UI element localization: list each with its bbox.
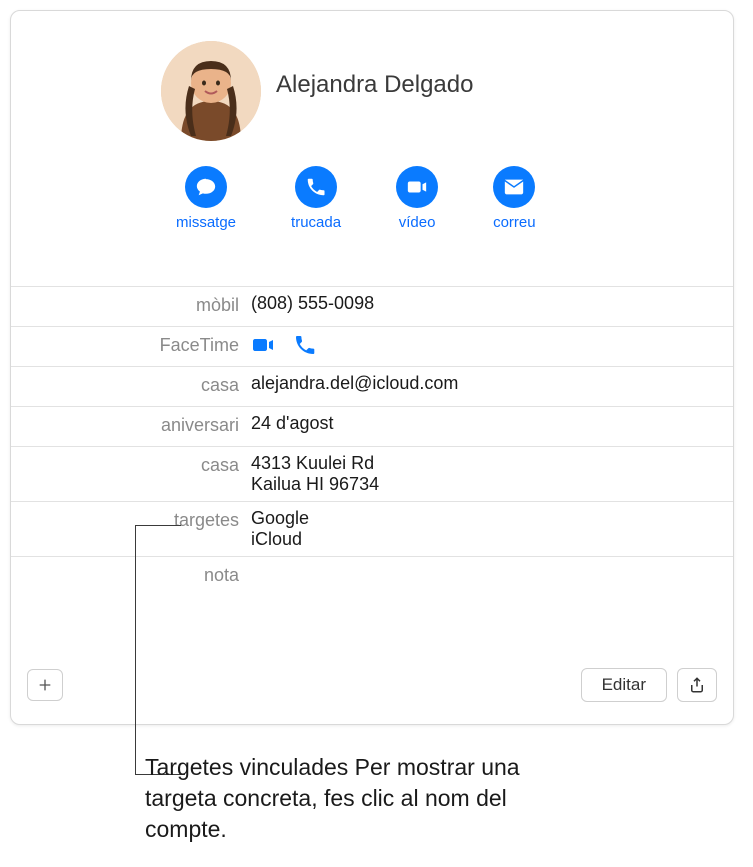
row-facetime: FaceTime <box>11 326 733 366</box>
value-facetime <box>251 333 713 357</box>
linked-card-icloud[interactable]: iCloud <box>251 529 713 550</box>
mail-label: correu <box>493 214 536 231</box>
plus-icon <box>37 677 53 693</box>
facetime-audio-icon[interactable] <box>293 333 317 357</box>
linked-card-google[interactable]: Google <box>251 508 713 529</box>
label-home-address: casa <box>11 453 251 476</box>
label-anniversary: aniversari <box>11 413 251 436</box>
message-label: missatge <box>176 214 236 231</box>
add-button[interactable] <box>27 669 63 701</box>
avatar[interactable] <box>161 41 261 141</box>
row-note: nota <box>11 556 733 596</box>
row-mobile: mòbil (808) 555-0098 <box>11 286 733 326</box>
mail-button[interactable]: correu <box>493 166 536 231</box>
label-facetime: FaceTime <box>11 333 251 356</box>
message-button[interactable]: missatge <box>176 166 236 231</box>
mail-icon <box>493 166 535 208</box>
value-cards: Google iCloud <box>251 508 713 550</box>
value-home-email[interactable]: alejandra.del@icloud.com <box>251 373 713 394</box>
value-mobile[interactable]: (808) 555-0098 <box>251 293 713 314</box>
edit-button[interactable]: Editar <box>581 668 667 702</box>
label-home-email: casa <box>11 373 251 396</box>
label-cards: targetes <box>11 508 251 531</box>
addr-line2: Kailua HI 96734 <box>251 474 713 495</box>
row-home-address: casa 4313 Kuulei Rd Kailua HI 96734 <box>11 446 733 501</box>
card-footer: Editar <box>11 660 733 710</box>
value-home-address[interactable]: 4313 Kuulei Rd Kailua HI 96734 <box>251 453 713 495</box>
addr-line1: 4313 Kuulei Rd <box>251 453 713 474</box>
share-button[interactable] <box>677 668 717 702</box>
label-mobile: mòbil <box>11 293 251 316</box>
share-icon <box>688 675 706 695</box>
row-cards: targetes Google iCloud <box>11 501 733 556</box>
video-label: vídeo <box>399 214 436 231</box>
facetime-video-icon[interactable] <box>251 333 275 357</box>
contact-name: Alejandra Delgado <box>276 71 473 99</box>
message-icon <box>185 166 227 208</box>
value-anniversary[interactable]: 24 d'agost <box>251 413 713 434</box>
label-note: nota <box>11 563 251 586</box>
phone-icon <box>295 166 337 208</box>
action-bar: missatge trucada vídeo correu <box>176 166 536 231</box>
call-label: trucada <box>291 214 341 231</box>
row-anniversary: aniversari 24 d'agost <box>11 406 733 446</box>
callout-text: Targetes vinculades Per mostrar una targ… <box>145 752 585 845</box>
call-button[interactable]: trucada <box>291 166 341 231</box>
contact-card: Alejandra Delgado missatge trucada vídeo… <box>10 10 734 725</box>
video-icon <box>396 166 438 208</box>
row-home-email: casa alejandra.del@icloud.com <box>11 366 733 406</box>
fields-list: mòbil (808) 555-0098 FaceTime casa aleja… <box>11 286 733 596</box>
video-button[interactable]: vídeo <box>396 166 438 231</box>
